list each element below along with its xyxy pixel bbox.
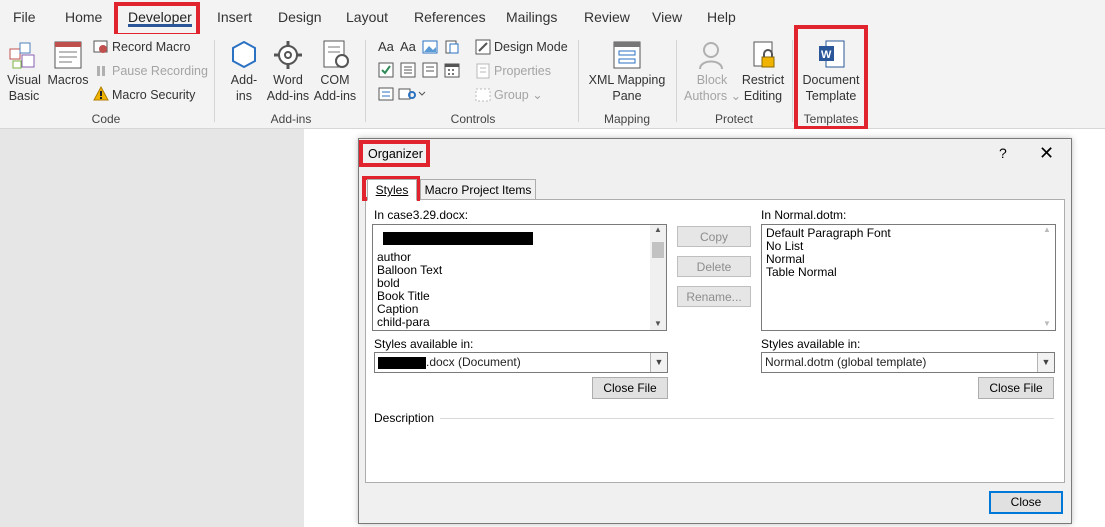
right-close-file-button[interactable]: Close File — [978, 377, 1054, 399]
tab-review[interactable]: Review — [584, 0, 630, 34]
restrict-editing-lock-icon[interactable] — [748, 39, 780, 71]
properties-icon — [476, 63, 490, 79]
right-list-label: In Normal.dotm: — [761, 208, 847, 222]
developer-tab-highlight — [114, 2, 200, 37]
scroll-up-icon[interactable]: ▲ — [1039, 225, 1055, 234]
add-ins-icon[interactable] — [228, 39, 260, 71]
tab-home[interactable]: Home — [65, 0, 102, 34]
properties-button[interactable]: Properties — [494, 63, 551, 79]
tab-mailings[interactable]: Mailings — [506, 0, 557, 34]
restrict-editing-button[interactable]: Restrict Editing — [738, 72, 788, 104]
ribbon-separator — [214, 40, 215, 122]
help-button[interactable]: ? — [999, 145, 1007, 161]
macros-button[interactable]: Macros — [46, 72, 90, 88]
tab-design[interactable]: Design — [278, 0, 322, 34]
close-icon[interactable]: ✕ — [1039, 143, 1054, 164]
scroll-thumb[interactable] — [652, 242, 664, 258]
description-label: Description — [374, 411, 435, 425]
close-button[interactable]: Close — [989, 491, 1063, 514]
tab-styles[interactable]: Styles — [367, 179, 417, 201]
pause-recording-button[interactable]: Pause Recording — [112, 63, 208, 79]
chevron-down-icon[interactable]: ▼ — [650, 353, 667, 372]
checkbox-control-icon[interactable] — [378, 62, 394, 78]
tab-view[interactable]: View — [652, 0, 682, 34]
left-close-file-button[interactable]: Close File — [592, 377, 668, 399]
scroll-up-icon[interactable]: ▲ — [650, 225, 666, 234]
legacy-tools-icon[interactable] — [398, 86, 426, 102]
picture-control-icon[interactable] — [422, 39, 438, 55]
group-label-mapping: Mapping — [603, 112, 651, 126]
list-item[interactable]: Table Normal — [766, 266, 837, 279]
right-available-label: Styles available in: — [761, 337, 861, 351]
word-add-ins-button[interactable]: Word Add-ins — [264, 72, 312, 104]
visual-basic-icon[interactable] — [8, 39, 40, 71]
visual-basic-button[interactable]: Visual Basic — [4, 72, 44, 104]
organizer-title-highlight — [359, 140, 430, 167]
tab-references[interactable]: References — [414, 0, 486, 34]
macro-security-warning-icon — [93, 86, 109, 101]
com-add-ins-button[interactable]: COM Add-ins — [312, 72, 358, 104]
tab-layout[interactable]: Layout — [346, 0, 388, 34]
rename-button[interactable]: Rename... — [677, 286, 751, 307]
add-ins-button[interactable]: Add-ins — [224, 72, 264, 104]
dropdown-list-control-icon[interactable] — [422, 62, 438, 78]
redacted-text — [378, 356, 426, 369]
group-label-code: Code — [91, 112, 121, 126]
group-label-add-ins: Add-ins — [270, 112, 312, 126]
design-mode-icon — [475, 39, 491, 55]
tab-insert[interactable]: Insert — [217, 0, 252, 34]
tab-macro-project-items[interactable]: Macro Project Items — [420, 179, 536, 201]
repeating-section-icon[interactable] — [378, 86, 394, 102]
document-template-highlight — [794, 25, 868, 130]
left-styles-list[interactable]: author Balloon Text bold Book Title Capt… — [372, 224, 667, 331]
right-available-select[interactable]: Normal.dotm (global template) ▼ — [761, 352, 1055, 373]
redacted-text — [383, 232, 533, 245]
combo-box-control-icon[interactable] — [400, 62, 416, 78]
left-list-scrollbar[interactable]: ▲ ▼ — [650, 225, 666, 330]
group-label-protect: Protect — [714, 112, 753, 126]
list-item[interactable]: child-para — [377, 316, 430, 329]
left-list-label: In case3.29.docx: — [374, 208, 469, 222]
organizer-dialog: Organizer ? ✕ Styles Macro Project Items… — [358, 138, 1072, 524]
macros-icon[interactable] — [52, 39, 84, 71]
record-macro-button[interactable]: Record Macro — [112, 39, 191, 55]
right-list-scrollbar[interactable]: ▲ ▼ — [1039, 225, 1055, 330]
block-authors-button[interactable]: Block Authors ⌄ — [684, 72, 741, 104]
pause-recording-icon — [97, 66, 105, 76]
tab-file[interactable]: File — [13, 0, 36, 34]
styles-panel: In case3.29.docx: author Balloon Text bo… — [365, 199, 1065, 483]
ribbon-separator — [676, 40, 677, 122]
copy-button[interactable]: Copy — [677, 226, 751, 247]
chevron-down-icon[interactable]: ▼ — [1037, 353, 1054, 372]
xml-mapping-pane-icon[interactable] — [611, 39, 643, 71]
word-add-ins-gear-icon[interactable] — [272, 39, 304, 71]
scroll-down-icon[interactable]: ▼ — [1039, 319, 1055, 328]
block-authors-icon[interactable] — [696, 39, 728, 71]
scroll-down-icon[interactable]: ▼ — [650, 319, 666, 328]
com-add-ins-icon[interactable] — [320, 39, 352, 71]
design-mode-button[interactable]: Design Mode — [494, 39, 568, 55]
right-styles-list[interactable]: Default Paragraph Font No List Normal Ta… — [761, 224, 1056, 331]
group-label-controls: Controls — [450, 112, 496, 126]
group-button[interactable]: Group ⌄ — [494, 87, 543, 103]
delete-button[interactable]: Delete — [677, 256, 751, 277]
ribbon-separator — [578, 40, 579, 122]
left-available-label: Styles available in: — [374, 337, 474, 351]
description-divider — [440, 418, 1054, 419]
plain-text-control-aa[interactable]: Aa — [400, 39, 416, 55]
left-available-select[interactable]: .docx (Document) ▼ — [374, 352, 668, 373]
tab-help[interactable]: Help — [707, 0, 736, 34]
document-background — [0, 129, 303, 527]
group-controls-icon — [475, 88, 491, 102]
ribbon-separator — [792, 40, 793, 122]
ribbon-separator — [365, 40, 366, 122]
xml-mapping-pane-button[interactable]: XML Mapping Pane — [586, 72, 668, 104]
date-picker-control-icon[interactable] — [444, 62, 460, 78]
building-block-icon[interactable] — [444, 39, 460, 55]
record-macro-icon — [93, 40, 108, 53]
macro-security-button[interactable]: Macro Security — [112, 87, 195, 103]
rich-text-control-aa[interactable]: Aa — [378, 39, 394, 55]
